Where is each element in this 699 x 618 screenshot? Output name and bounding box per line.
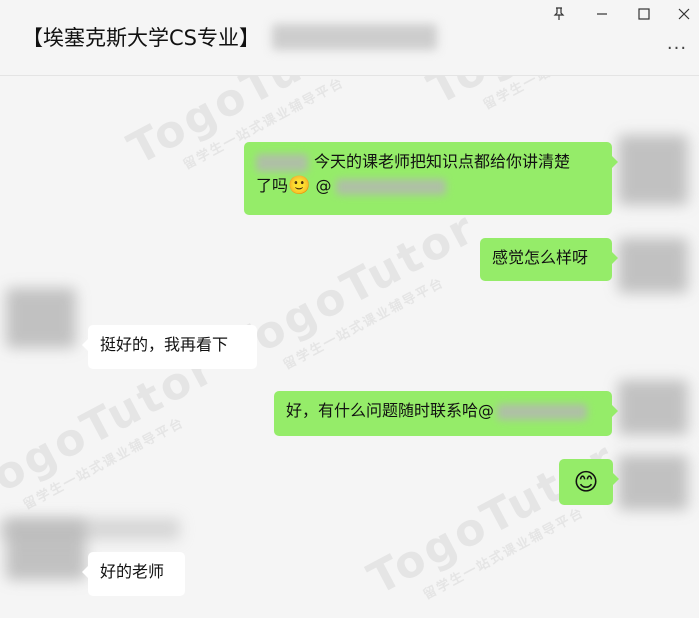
message-bubble-other[interactable]: 好的老师 — [82, 552, 185, 596]
pin-icon[interactable] — [539, 0, 579, 28]
maximize-icon[interactable] — [624, 0, 664, 28]
message-bubble-me[interactable]: 好，有什么问题随时联系哈@ — [274, 391, 618, 436]
avatar[interactable] — [618, 238, 688, 293]
avatar[interactable] — [618, 455, 688, 510]
redacted-name — [0, 518, 180, 540]
avatar[interactable] — [618, 135, 688, 205]
redacted-mention — [497, 403, 588, 420]
close-icon[interactable] — [664, 0, 699, 28]
avatar[interactable] — [6, 288, 76, 348]
message-line: 了吗🙂 @ — [256, 174, 600, 198]
minimize-icon[interactable] — [582, 0, 622, 28]
title-bar: 【埃塞克斯大学CS专业】 ··· — [0, 0, 699, 76]
watermark: TogoTutor留学生一站式课业辅导平台 — [220, 202, 485, 376]
watermark: TogoTutor留学生一站式课业辅导平台 — [0, 342, 225, 516]
message-text: 挺好的，我再看下 — [100, 335, 229, 354]
message-bubble-me[interactable]: 感觉怎么样呀 — [480, 238, 618, 281]
message-bubble-me[interactable]: 😊 — [559, 459, 619, 505]
message-text: 了吗 — [256, 176, 289, 195]
message-bubble-me[interactable]: 今天的课老师把知识点都给你讲清楚 了吗🙂 @ — [244, 142, 618, 215]
smiley-emoji-icon: 😊 — [573, 468, 599, 496]
message-text: 好，有什么问题随时联系哈 — [286, 401, 479, 420]
message-line: 今天的课老师把知识点都给你讲清楚 — [256, 150, 600, 174]
more-icon[interactable]: ··· — [663, 38, 691, 59]
emoji: 🙂 — [288, 175, 311, 196]
message-text: 感觉怎么样呀 — [492, 248, 589, 267]
message-text: 好的老师 — [100, 562, 165, 581]
redacted-title — [272, 24, 437, 50]
message-text: 今天的课老师把知识点都给你讲清楚 — [314, 152, 571, 171]
redacted-mention — [335, 178, 446, 195]
message-bubble-other[interactable]: 挺好的，我再看下 — [82, 325, 257, 369]
redacted-mention — [256, 153, 308, 172]
chat-title: 【埃塞克斯大学CS专业】 — [22, 26, 260, 50]
avatar[interactable] — [618, 380, 688, 435]
